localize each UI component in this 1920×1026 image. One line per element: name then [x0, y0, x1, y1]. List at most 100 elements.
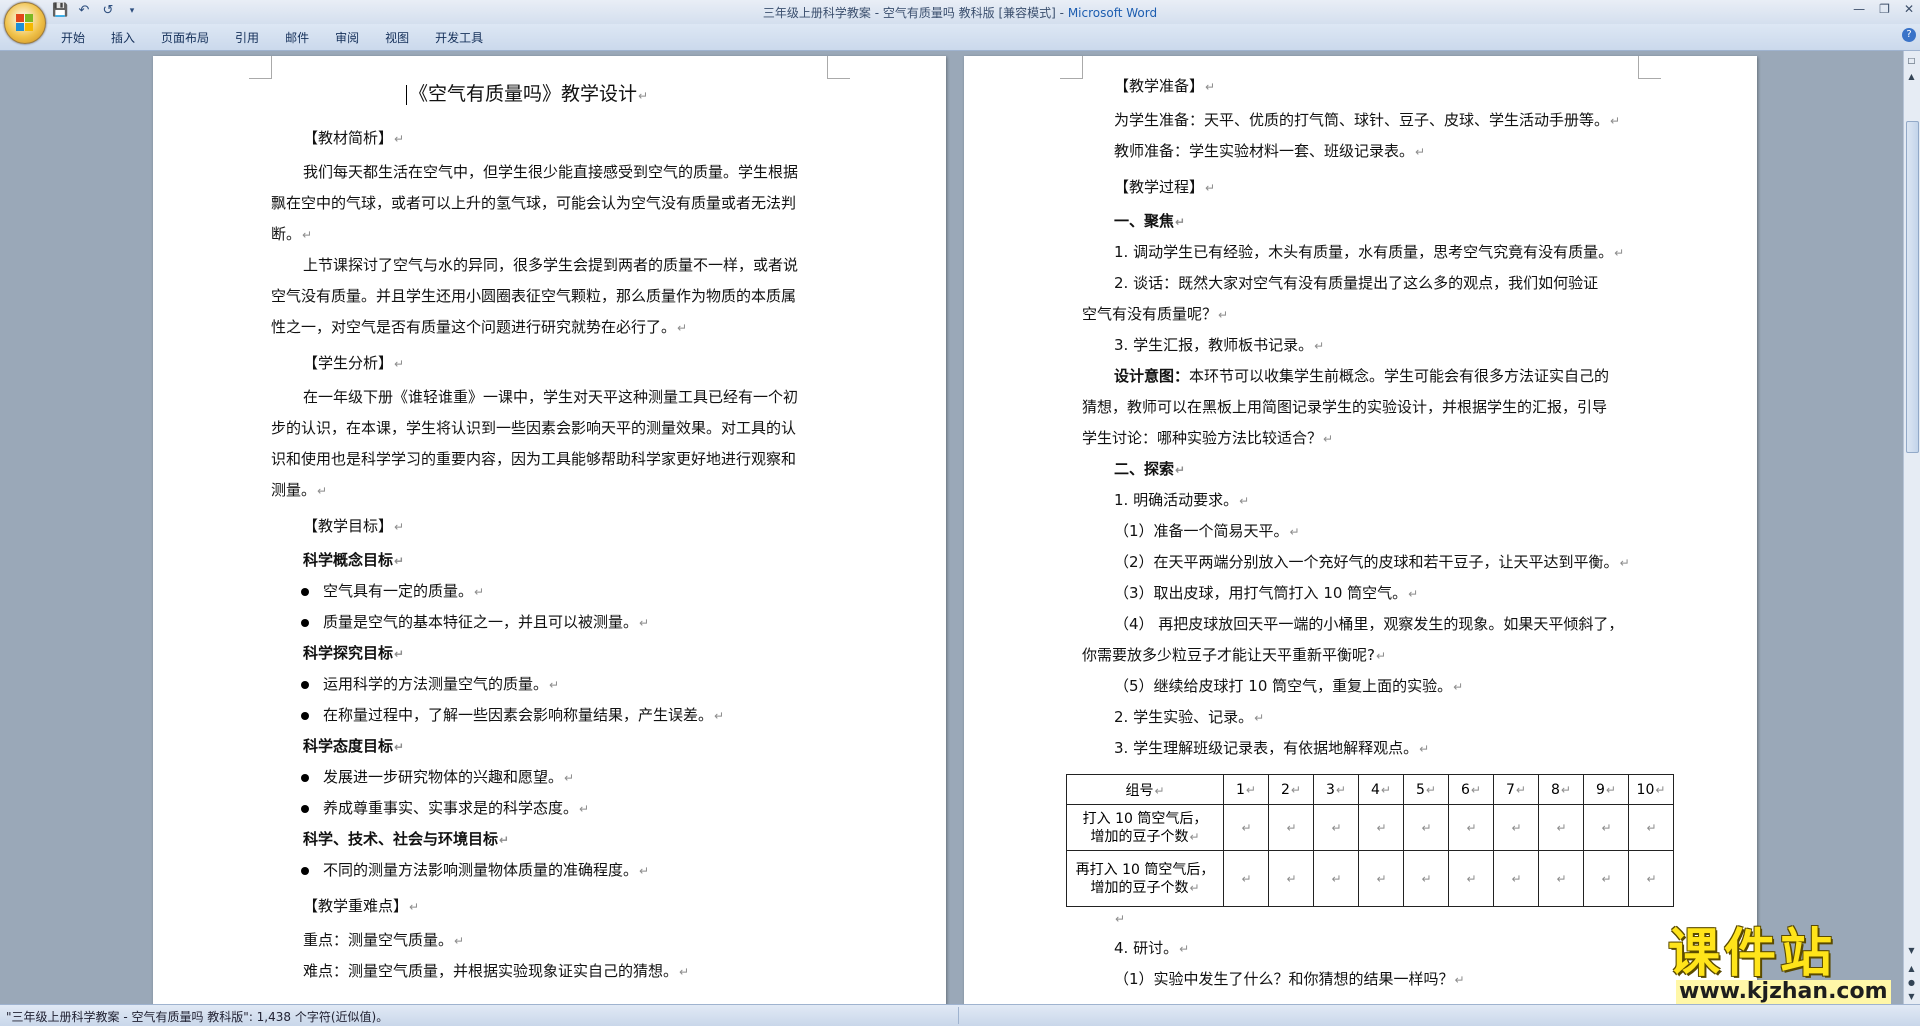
group-number-cell[interactable]: 4↵ [1358, 774, 1404, 805]
doc-title: 《空气有质量吗》教学设计↵ [406, 84, 648, 106]
status-text[interactable]: "三年级上册科学教案 - 空气有质量吗 教科版": 1,438 个字符(近似值)… [6, 1008, 388, 1025]
data-cell[interactable]: ↵ [1268, 804, 1314, 851]
paragraph-line: 难点：测量空气质量，并根据实验现象证实自己的猜想。↵ [303, 962, 690, 980]
group-number-cell[interactable]: 3↵ [1313, 774, 1359, 805]
data-cell[interactable]: ↵ [1538, 804, 1584, 851]
scroll-down-icon[interactable]: ▼ [1906, 945, 1917, 956]
select-browse-object-icon[interactable]: ● [1906, 977, 1917, 988]
paragraph-line: 猜想，教师可以在黑板上用简图记录学生的实验设计，并根据学生的汇报，引导 [1082, 398, 1608, 416]
paragraph-line: 2. 谈话：既然大家对空气有没有质量提出了这么多的观点，我们如何验证 [1114, 274, 1599, 292]
close-icon[interactable]: ✕ [1904, 2, 1914, 16]
tab-page-layout[interactable]: 页面布局 [148, 29, 222, 47]
section-heading: 一、聚焦↵ [1114, 212, 1186, 230]
group-number-cell[interactable]: 8↵ [1538, 774, 1584, 805]
data-cell[interactable]: ↵ [1223, 850, 1269, 907]
crop-mark [1060, 56, 1083, 79]
crop-mark [249, 56, 272, 79]
status-divider [958, 1007, 959, 1024]
data-cell[interactable]: ↵ [1358, 850, 1404, 907]
paragraph-line: 飘在空中的气球，或者可以上升的氢气球，可能会认为空气没有质量或者无法判 [271, 194, 797, 212]
paragraph-line: 空气有没有质量呢？↵ [1082, 305, 1229, 323]
data-cell[interactable]: ↵ [1448, 850, 1494, 907]
paragraph-line: 1. 明确活动要求。↵ [1114, 491, 1250, 509]
group-number-cell[interactable]: 10↵ [1628, 774, 1674, 805]
text-cursor [406, 84, 407, 105]
paragraph-line: 2. 学生实验、记录。↵ [1114, 708, 1265, 726]
crop-mark [1638, 56, 1661, 79]
data-cell[interactable]: ↵ [1313, 804, 1359, 851]
paragraph-line: 我们每天都生活在空气中，但学生很少能直接感受到空气的质量。学生根据 [303, 163, 799, 181]
data-cell[interactable]: ↵ [1493, 804, 1539, 851]
goal-item: 运用科学的方法测量空气的质量。↵ [301, 674, 559, 695]
restore-icon[interactable]: ❐ [1879, 2, 1890, 16]
group-number-cell[interactable]: 5↵ [1403, 774, 1449, 805]
goal-item: 在称量过程中，了解一些因素会影响称量结果，产生误差。↵ [301, 705, 724, 726]
paragraph-line: 断。↵ [271, 225, 313, 243]
office-button[interactable] [4, 2, 46, 44]
document-page-1[interactable]: 《空气有质量吗》教学设计↵ 【教材简析】↵ 我们每天都生活在空气中，但学生很少能… [153, 56, 946, 1004]
data-cell[interactable]: ↵ [1403, 850, 1449, 907]
table-row: 再打入 10 筒空气后， 增加的豆子个数↵ ↵ ↵ ↵ ↵ ↵ ↵ ↵ ↵ ↵ ↵ [1066, 850, 1674, 907]
table-header-cell[interactable]: 组号↵ [1066, 774, 1224, 805]
data-cell[interactable]: ↵ [1223, 804, 1269, 851]
goal-item: 空气具有一定的质量。↵ [301, 581, 484, 602]
office-logo-icon [16, 14, 34, 32]
paragraph-line: 测量。↵ [271, 481, 328, 499]
data-cell[interactable]: ↵ [1628, 804, 1674, 851]
paragraph-line: 空气没有质量。并且学生还用小圆圈表征空气颗粒，那么质量作为物质的本质属 [271, 287, 797, 305]
ruler-toggle-icon[interactable]: □ [1906, 55, 1917, 66]
group-number-cell[interactable]: 7↵ [1493, 774, 1539, 805]
heading-key-points: 【教学重难点】↵ [303, 897, 420, 915]
row-label-cell[interactable]: 打入 10 筒空气后， 增加的豆子个数↵ [1066, 804, 1224, 851]
goal-heading: 科学态度目标↵ [303, 737, 405, 755]
paragraph-line: 识和使用也是科学学习的重要内容，因为工具能够帮助科学家更好地进行观察和 [271, 450, 797, 468]
data-cell[interactable]: ↵ [1358, 804, 1404, 851]
tab-insert[interactable]: 插入 [98, 29, 148, 47]
paragraph-line: 4. 研讨。↵ [1114, 939, 1190, 957]
group-number-cell[interactable]: 9↵ [1583, 774, 1629, 805]
paragraph-line: （1）实验中发生了什么？和你猜想的结果一样吗？↵ [1114, 970, 1465, 988]
table-row: 打入 10 筒空气后， 增加的豆子个数↵ ↵ ↵ ↵ ↵ ↵ ↵ ↵ ↵ ↵ ↵ [1066, 804, 1674, 851]
data-cell[interactable]: ↵ [1583, 804, 1629, 851]
group-number-cell[interactable]: 2↵ [1268, 774, 1314, 805]
document-page-2[interactable]: 【教学准备】↵ 为学生准备：天平、优质的打气筒、球针、豆子、皮球、学生活动手册等… [964, 56, 1757, 1004]
window-controls: — ❐ ✕ [1853, 2, 1914, 16]
previous-page-icon[interactable]: ▲ [1906, 963, 1917, 974]
tab-review[interactable]: 审阅 [322, 29, 372, 47]
data-cell[interactable]: ↵ [1403, 804, 1449, 851]
data-cell[interactable]: ↵ [1268, 850, 1314, 907]
tab-developer[interactable]: 开发工具 [422, 29, 496, 47]
data-cell[interactable]: ↵ [1538, 850, 1584, 907]
data-cell[interactable]: ↵ [1583, 850, 1629, 907]
tab-references[interactable]: 引用 [222, 29, 272, 47]
goal-item: 不同的测量方法影响测量物体质量的准确程度。↵ [301, 860, 649, 881]
paragraph-line: 为学生准备：天平、优质的打气筒、球针、豆子、皮球、学生活动手册等。↵ [1114, 111, 1621, 129]
paragraph-line: 你需要放多少粒豆子才能让天平重新平衡呢?↵ [1082, 646, 1387, 664]
group-number-cell[interactable]: 6↵ [1448, 774, 1494, 805]
paragraph-line: （3）取出皮球，用打气筒打入 10 筒空气。↵ [1114, 584, 1419, 602]
group-number-cell[interactable]: 1↵ [1223, 774, 1269, 805]
next-page-icon[interactable]: ▼ [1906, 991, 1917, 1002]
scroll-up-icon[interactable]: ▲ [1906, 71, 1917, 82]
heading-student: 【学生分析】↵ [303, 354, 405, 372]
help-icon[interactable]: ? [1902, 28, 1916, 42]
paragraph-line: 3. 学生理解班级记录表，有依据地解释观点。↵ [1114, 739, 1430, 757]
heading-prep: 【教学准备】↵ [1114, 77, 1216, 95]
minimize-icon[interactable]: — [1853, 2, 1865, 16]
data-cell[interactable]: ↵ [1313, 850, 1359, 907]
data-cell[interactable]: ↵ [1628, 850, 1674, 907]
paragraph-line: 在一年级下册《谁轻谁重》一课中，学生对天平这种测量工具已经有一个初 [303, 388, 799, 406]
data-cell[interactable]: ↵ [1448, 804, 1494, 851]
scrollbar-thumb[interactable] [1906, 121, 1919, 453]
document-workspace: 《空气有质量吗》教学设计↵ 【教材简析】↵ 我们每天都生活在空气中，但学生很少能… [0, 51, 1904, 1004]
goal-item: 发展进一步研究物体的兴趣和愿望。↵ [301, 767, 574, 788]
class-record-table[interactable]: 组号↵ 1↵ 2↵ 3↵ 4↵ 5↵ 6↵ 7↵ 8↵ 9↵ 10↵ 打入 10… [1066, 774, 1674, 907]
paragraph-line: 重点：测量空气质量。↵ [303, 931, 465, 949]
vertical-scrollbar[interactable]: □ ▲ ▼ ▲ ● ▼ [1903, 51, 1920, 1006]
tab-mailings[interactable]: 邮件 [272, 29, 322, 47]
data-cell[interactable]: ↵ [1493, 850, 1539, 907]
paragraph-line: 3. 学生汇报，教师板书记录。↵ [1114, 336, 1325, 354]
tab-view[interactable]: 视图 [372, 29, 422, 47]
row-label-cell[interactable]: 再打入 10 筒空气后， 增加的豆子个数↵ [1066, 850, 1224, 907]
tab-home[interactable]: 开始 [48, 29, 98, 47]
